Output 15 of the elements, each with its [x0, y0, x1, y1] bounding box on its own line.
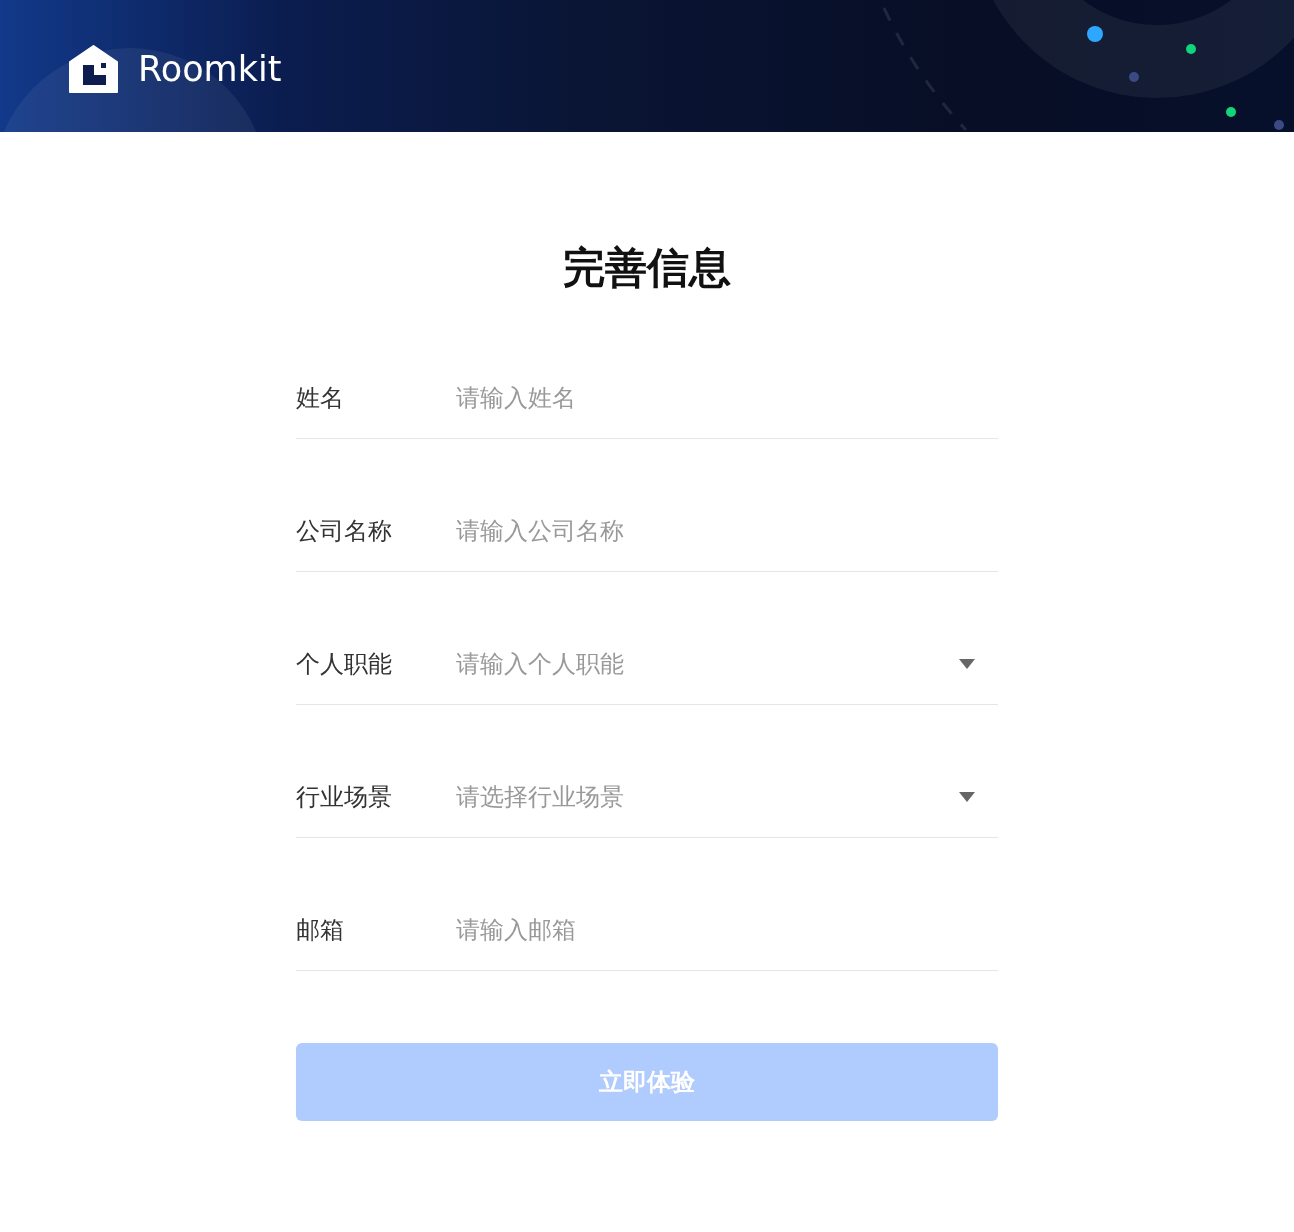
select-field[interactable]: 请输入个人职能 — [456, 640, 951, 688]
field-label: 邮箱 — [296, 915, 344, 945]
caret-down-icon[interactable] — [959, 659, 975, 669]
page-title: 完善信息 — [563, 244, 731, 292]
select-field[interactable]: 请选择行业场景 — [456, 773, 951, 821]
caret-down-icon[interactable] — [959, 792, 975, 802]
field-label: 公司名称 — [296, 516, 392, 546]
text-input[interactable]: 请输入邮箱 — [456, 906, 998, 954]
text-input[interactable]: 请输入公司名称 — [456, 507, 998, 555]
field-label: 姓名 — [296, 383, 344, 413]
house-logo-icon — [69, 45, 118, 93]
text-input[interactable]: 请输入姓名 — [456, 374, 998, 422]
field-label: 行业场景 — [296, 782, 392, 812]
field-label: 个人职能 — [296, 649, 392, 679]
brand-name: Roomkit — [138, 49, 282, 89]
